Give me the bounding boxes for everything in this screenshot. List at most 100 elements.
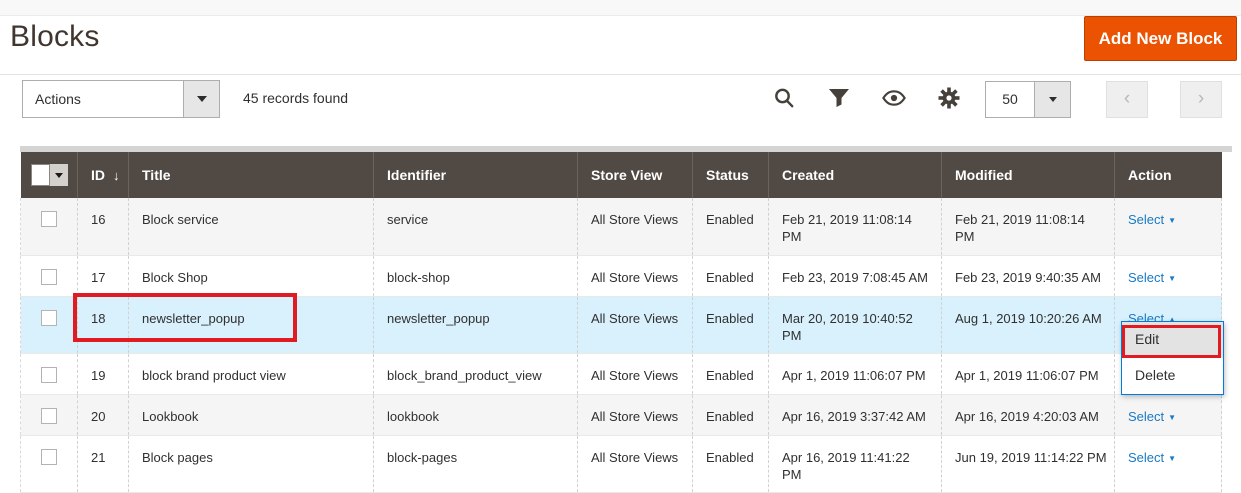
cell-store-view: All Store Views — [578, 435, 693, 492]
cell-status: Enabled — [693, 394, 769, 435]
cell-id: 17 — [78, 255, 129, 296]
cell-created: Apr 16, 2019 11:41:22 PM — [769, 435, 942, 492]
cell-store-view: All Store Views — [578, 353, 693, 394]
chevron-down-icon: ▼ — [1168, 274, 1176, 283]
row-action-menu: Edit Delete — [1121, 321, 1224, 395]
gear-icon[interactable] — [937, 85, 961, 111]
column-header-identifier[interactable]: Identifier — [374, 152, 578, 198]
chevron-down-icon[interactable] — [183, 81, 219, 117]
table-row: 16 Block service service All Store Views… — [21, 198, 1222, 255]
blocks-grid: ID↓ Title Identifier Store View Status C… — [20, 152, 1222, 493]
cell-status: Enabled — [693, 198, 769, 255]
grid-header-row: ID↓ Title Identifier Store View Status C… — [21, 152, 1222, 198]
row-checkbox[interactable] — [41, 269, 57, 285]
cell-id: 19 — [78, 353, 129, 394]
row-checkbox[interactable] — [41, 449, 57, 465]
row-checkbox[interactable] — [41, 408, 57, 424]
cell-action: Select▼ — [1115, 255, 1222, 296]
chevron-down-icon[interactable] — [1034, 82, 1070, 117]
table-row-highlighted: 18 newsletter_popup newsletter_popup All… — [21, 296, 1222, 353]
cell-modified: Feb 23, 2019 9:40:35 AM — [942, 255, 1115, 296]
cell-id: 16 — [78, 198, 129, 255]
column-header-action: Action — [1115, 152, 1222, 198]
cell-title: block brand product view — [129, 353, 374, 394]
cell-id: 20 — [78, 394, 129, 435]
cell-created: Feb 23, 2019 7:08:45 AM — [769, 255, 942, 296]
select-action-link[interactable]: Select▼ — [1128, 409, 1176, 424]
cell-identifier: block-shop — [374, 255, 578, 296]
row-checkbox[interactable] — [41, 310, 57, 326]
cell-identifier: lookbook — [374, 394, 578, 435]
cell-store-view: All Store Views — [578, 394, 693, 435]
cell-title: Block pages — [129, 435, 374, 492]
menu-item-delete[interactable]: Delete — [1122, 358, 1223, 394]
row-checkbox[interactable] — [41, 211, 57, 227]
cell-title: Lookbook — [129, 394, 374, 435]
cell-created: Feb 21, 2019 11:08:14 PM — [769, 198, 942, 255]
cell-status: Enabled — [693, 353, 769, 394]
page-title: Blocks — [10, 20, 100, 54]
select-action-link[interactable]: Select▼ — [1128, 270, 1176, 285]
cell-identifier: block_brand_product_view — [374, 353, 578, 394]
cell-id: 21 — [78, 435, 129, 492]
table-row: 19 block brand product view block_brand_… — [21, 353, 1222, 394]
chevron-down-icon[interactable] — [50, 164, 68, 186]
records-found-text: 45 records found — [243, 90, 348, 106]
cell-action: Select▼ — [1115, 435, 1222, 492]
cell-modified: Aug 1, 2019 10:20:26 AM — [942, 296, 1115, 353]
next-page-button[interactable]: › — [1180, 81, 1222, 118]
cell-modified: Jun 19, 2019 11:14:22 PM — [942, 435, 1115, 492]
column-header-store-view[interactable]: Store View — [578, 152, 693, 198]
cell-modified: Feb 21, 2019 11:08:14 PM — [942, 198, 1115, 255]
cell-identifier: newsletter_popup — [374, 296, 578, 353]
cell-id: 18 — [78, 296, 129, 353]
per-page-value: 50 — [986, 82, 1034, 117]
row-checkbox-cell — [21, 255, 78, 296]
actions-dropdown[interactable]: Actions — [22, 80, 220, 118]
row-checkbox-cell — [21, 353, 78, 394]
cell-modified: Apr 16, 2019 4:20:03 AM — [942, 394, 1115, 435]
per-page-selector[interactable]: 50 — [985, 81, 1071, 118]
chevron-down-icon: ▼ — [1168, 413, 1176, 422]
row-checkbox-cell — [21, 198, 78, 255]
cell-store-view: All Store Views — [578, 198, 693, 255]
table-row: 20 Lookbook lookbook All Store Views Ena… — [21, 394, 1222, 435]
header-divider — [0, 74, 1241, 75]
table-row: 21 Block pages block-pages All Store Vie… — [21, 435, 1222, 492]
cell-status: Enabled — [693, 296, 769, 353]
row-checkbox-cell — [21, 435, 78, 492]
column-header-created[interactable]: Created — [769, 152, 942, 198]
column-header-id[interactable]: ID↓ — [78, 152, 129, 198]
chevron-down-icon: ▼ — [1168, 216, 1176, 225]
actions-dropdown-label: Actions — [23, 81, 183, 117]
column-header-title[interactable]: Title — [129, 152, 374, 198]
cell-title: Block Shop — [129, 255, 374, 296]
cell-status: Enabled — [693, 435, 769, 492]
cell-identifier: service — [374, 198, 578, 255]
select-all-header — [21, 152, 78, 198]
add-new-block-button[interactable]: Add New Block — [1084, 16, 1237, 61]
eye-icon[interactable] — [882, 85, 906, 111]
menu-item-edit[interactable]: Edit — [1122, 322, 1223, 358]
search-icon[interactable] — [772, 85, 796, 111]
select-action-link[interactable]: Select▼ — [1128, 212, 1176, 227]
column-header-modified[interactable]: Modified — [942, 152, 1115, 198]
cell-created: Apr 1, 2019 11:06:07 PM — [769, 353, 942, 394]
cell-store-view: All Store Views — [578, 255, 693, 296]
cell-store-view: All Store Views — [578, 296, 693, 353]
select-all-checkbox[interactable] — [31, 164, 68, 186]
cell-status: Enabled — [693, 255, 769, 296]
column-header-status[interactable]: Status — [693, 152, 769, 198]
row-checkbox-cell — [21, 394, 78, 435]
cell-created: Apr 16, 2019 3:37:42 AM — [769, 394, 942, 435]
cell-title: Block service — [129, 198, 374, 255]
row-checkbox[interactable] — [41, 367, 57, 383]
cell-title: newsletter_popup — [129, 296, 374, 353]
previous-page-button[interactable]: ‹ — [1106, 81, 1148, 118]
select-action-link[interactable]: Select▼ — [1128, 450, 1176, 465]
sort-desc-icon: ↓ — [113, 168, 120, 183]
filter-icon[interactable] — [827, 85, 851, 111]
chevron-down-icon: ▼ — [1168, 454, 1176, 463]
checkbox-icon[interactable] — [31, 164, 50, 186]
row-checkbox-cell — [21, 296, 78, 353]
